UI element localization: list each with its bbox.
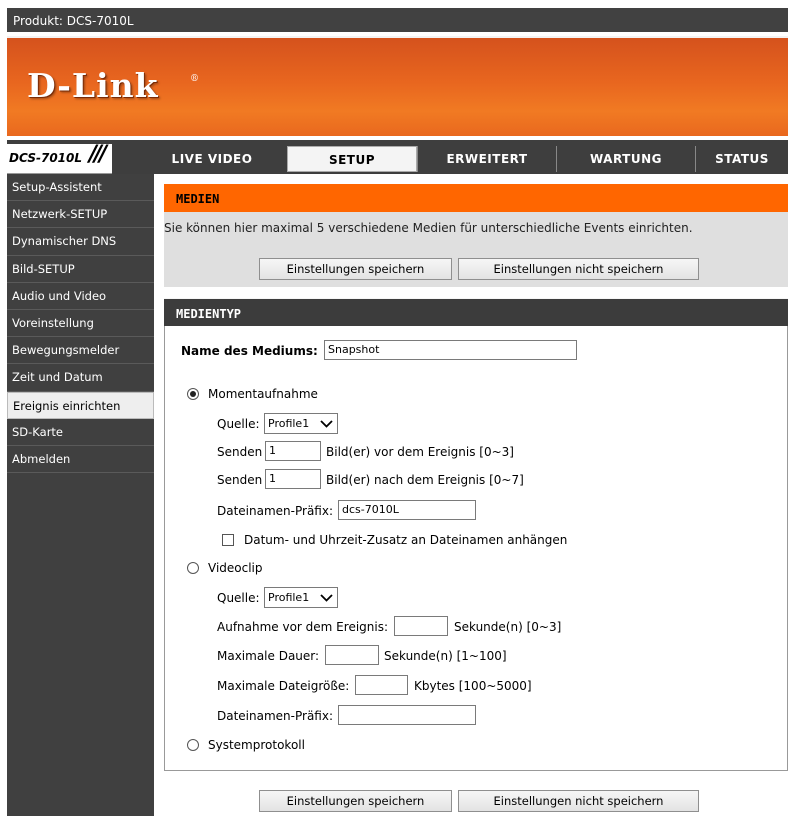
slash-decoration: /// bbox=[89, 142, 107, 167]
send-pre-label: Senden bbox=[217, 445, 263, 459]
videoclip-label: Videoclip bbox=[208, 561, 263, 575]
sidebar: Setup-Assistent Netzwerk-SETUP Dynamisch… bbox=[7, 174, 154, 816]
pre-event-images-hint: Bild(er) vor dem Ereignis [0~3] bbox=[326, 445, 514, 459]
post-event-images-hint: Bild(er) nach dem Ereignis [0~7] bbox=[326, 473, 524, 487]
tab-status[interactable]: STATUS bbox=[696, 146, 788, 172]
footer-dont-save-button[interactable]: Einstellungen nicht speichern bbox=[458, 790, 699, 812]
sidebar-item-abmelden[interactable]: Abmelden bbox=[7, 446, 154, 474]
radio-selected-dot bbox=[190, 391, 196, 397]
videoclip-radio[interactable] bbox=[187, 562, 199, 574]
snapshot-source-value: Profile1 bbox=[268, 417, 310, 430]
max-duration-input[interactable] bbox=[325, 645, 379, 665]
sidebar-item-dynamischer-dns[interactable]: Dynamischer DNS bbox=[7, 228, 154, 256]
medien-title: MEDIEN bbox=[164, 184, 788, 212]
sidebar-item-ereignis-einrichten[interactable]: Ereignis einrichten bbox=[7, 391, 154, 419]
save-button[interactable]: Einstellungen speichern bbox=[259, 258, 452, 280]
logo-text: D-Link bbox=[27, 66, 159, 105]
sidebar-item-zeit-datum[interactable]: Zeit und Datum bbox=[7, 364, 154, 392]
sidebar-item-setup-assistent[interactable]: Setup-Assistent bbox=[7, 174, 154, 202]
product-bar: Produkt: DCS-7010L bbox=[7, 8, 788, 32]
medientyp-title: MEDIENTYP bbox=[164, 298, 788, 326]
max-filesize-hint: Kbytes [100~5000] bbox=[414, 679, 532, 693]
product-label: Produkt: DCS-7010L bbox=[13, 14, 134, 28]
media-name-label: Name des Mediums: bbox=[181, 344, 318, 358]
tab-setup[interactable]: SETUP bbox=[287, 146, 417, 172]
pre-event-images-input[interactable]: 1 bbox=[265, 441, 321, 461]
sidebar-item-netzwerk-setup[interactable]: Netzwerk-SETUP bbox=[7, 201, 154, 229]
main-content: MEDIEN Sie können hier maximal 5 verschi… bbox=[164, 174, 788, 816]
snapshot-source-label: Quelle: bbox=[217, 417, 260, 431]
sidebar-item-audio-video[interactable]: Audio und Video bbox=[7, 283, 154, 310]
footer-save-button[interactable]: Einstellungen speichern bbox=[259, 790, 452, 812]
sidebar-item-voreinstellung[interactable]: Voreinstellung bbox=[7, 310, 154, 338]
systemlog-label: Systemprotokoll bbox=[208, 738, 305, 752]
tab-erweitert[interactable]: ERWEITERT bbox=[418, 146, 556, 172]
sidebar-item-sd-karte[interactable]: SD-Karte bbox=[7, 419, 154, 446]
pre-event-recording-input[interactable] bbox=[394, 616, 448, 636]
media-name-input[interactable]: Snapshot bbox=[324, 340, 577, 360]
medientyp-panel: Name des Mediums: Snapshot Momentaufnahm… bbox=[164, 326, 788, 771]
videoclip-source-value: Profile1 bbox=[268, 591, 310, 604]
brand-header: D-Link ® bbox=[7, 36, 788, 136]
dont-save-button[interactable]: Einstellungen nicht speichern bbox=[458, 258, 699, 280]
medien-panel: MEDIEN Sie können hier maximal 5 verschi… bbox=[164, 184, 788, 287]
medien-description: Sie können hier maximal 5 verschiedene M… bbox=[164, 221, 693, 235]
pre-event-recording-label: Aufnahme vor dem Ereignis: bbox=[217, 620, 389, 634]
model-name: DCS-7010L bbox=[9, 151, 83, 165]
chevron-down-icon bbox=[320, 594, 333, 602]
max-duration-label: Maximale Dauer: bbox=[217, 649, 320, 663]
sidebar-item-bewegungsmelder[interactable]: Bewegungsmelder bbox=[7, 337, 154, 365]
videoclip-source-label: Quelle: bbox=[217, 591, 260, 605]
chevron-down-icon bbox=[320, 420, 333, 428]
main-nav: DCS-7010L /// LIVE VIDEO SETUP ERWEITERT… bbox=[7, 140, 788, 174]
videoclip-prefix-input[interactable] bbox=[338, 705, 476, 725]
videoclip-prefix-label: Dateinamen-Präfix: bbox=[217, 709, 333, 723]
tab-wartung[interactable]: WARTUNG bbox=[557, 146, 695, 172]
timestamp-suffix-label: Datum- und Uhrzeit-Zusatz an Dateinamen … bbox=[244, 533, 568, 547]
snapshot-source-select[interactable]: Profile1 bbox=[264, 413, 338, 434]
timestamp-suffix-checkbox[interactable] bbox=[222, 534, 234, 546]
systemlog-radio[interactable] bbox=[187, 739, 199, 751]
send-post-label: Senden bbox=[217, 473, 263, 487]
videoclip-source-select[interactable]: Profile1 bbox=[264, 587, 338, 608]
max-filesize-label: Maximale Dateigröße: bbox=[217, 679, 350, 693]
snapshot-prefix-input[interactable]: dcs-7010L bbox=[338, 500, 476, 520]
registered-mark: ® bbox=[190, 74, 200, 84]
max-filesize-input[interactable] bbox=[355, 675, 408, 695]
max-duration-hint: Sekunde(n) [1~100] bbox=[384, 649, 507, 663]
snapshot-label: Momentaufnahme bbox=[208, 387, 318, 401]
pre-event-recording-hint: Sekunde(n) [0~3] bbox=[454, 620, 562, 634]
post-event-images-input[interactable]: 1 bbox=[265, 469, 321, 489]
tab-live-video[interactable]: LIVE VIDEO bbox=[149, 146, 275, 172]
snapshot-radio[interactable] bbox=[187, 388, 199, 400]
snapshot-prefix-label: Dateinamen-Präfix: bbox=[217, 504, 333, 518]
dlink-logo: D-Link ® bbox=[27, 66, 199, 105]
sidebar-item-bild-setup[interactable]: Bild-SETUP bbox=[7, 256, 154, 283]
